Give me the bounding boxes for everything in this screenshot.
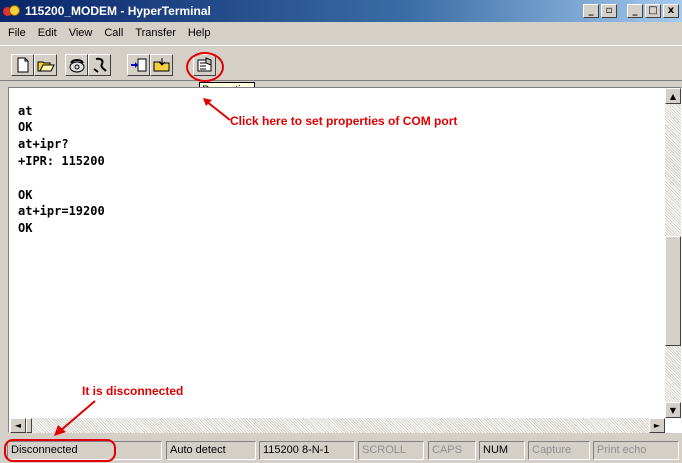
status-caps: CAPS (428, 441, 476, 460)
terminal-line: at+ipr? (18, 137, 69, 151)
maximize-button[interactable]: □ (645, 4, 661, 18)
connect-button[interactable] (65, 54, 88, 76)
receive-button[interactable] (150, 54, 173, 76)
disconnected-highlight-oval (4, 439, 116, 462)
menu-bar: File Edit View Call Transfer Help (0, 23, 682, 43)
disconnected-arrow-icon (54, 400, 96, 436)
status-print-echo: Print echo (593, 441, 679, 460)
menu-edit[interactable]: Edit (32, 27, 63, 39)
properties-arrow-icon (203, 98, 231, 121)
scroll-up-button[interactable]: ▲ (665, 88, 681, 104)
scroll-down-button[interactable]: ▼ (665, 402, 681, 418)
terminal-line: at (18, 104, 33, 118)
terminal-line: +IPR: 115200 (18, 154, 105, 168)
status-port-settings: 115200 8-N-1 (259, 441, 355, 460)
terminal-line: OK (18, 188, 33, 202)
terminal-line: at+ipr=19200 (18, 204, 105, 218)
status-num: NUM (479, 441, 525, 460)
status-capture: Capture (528, 441, 590, 460)
properties-annotation: Click here to set properties of COM port (230, 114, 458, 128)
new-icon (17, 57, 28, 73)
terminal-output[interactable]: at OK at+ipr? +IPR: 115200 OK at+ipr=192… (10, 101, 665, 415)
vertical-scrollbar[interactable]: ▲ ▼ (665, 88, 681, 418)
terminal-line: OK (18, 120, 33, 134)
inner-minimize-button[interactable]: _ (583, 4, 599, 18)
horizontal-scroll-thumb[interactable] (26, 418, 32, 433)
new-button[interactable] (11, 54, 34, 76)
send-icon (130, 58, 146, 72)
disconnected-annotation: It is disconnected (82, 384, 184, 398)
menu-file[interactable]: File (0, 27, 32, 39)
terminal-line: OK (18, 221, 33, 235)
hyperterminal-app-icon[interactable] (3, 3, 21, 19)
minimize-button[interactable]: _ (627, 4, 643, 18)
open-icon (37, 61, 55, 72)
inner-restore-button[interactable]: ▫ (601, 4, 617, 18)
send-button[interactable] (127, 54, 150, 76)
close-button[interactable]: x (663, 4, 679, 18)
scroll-left-button[interactable]: ◄ (10, 418, 26, 433)
menu-transfer[interactable]: Transfer (129, 27, 182, 39)
horizontal-scrollbar[interactable]: ◄ ► (10, 418, 665, 433)
status-detect: Auto detect (166, 441, 256, 460)
disconnect-phone-icon (92, 57, 107, 73)
menu-view[interactable]: View (63, 27, 99, 39)
title-bar: 115200_MODEM - HyperTerminal _ ▫ _ □ x (0, 0, 682, 22)
open-button[interactable] (34, 54, 57, 76)
menu-help[interactable]: Help (182, 27, 217, 39)
properties-highlight-circle (186, 52, 224, 82)
disconnect-button[interactable] (88, 54, 111, 76)
menu-call[interactable]: Call (98, 27, 129, 39)
status-scroll: SCROLL (358, 441, 424, 460)
window-title: 115200_MODEM - HyperTerminal (25, 4, 211, 18)
scroll-right-button[interactable]: ► (649, 418, 665, 433)
connect-phone-icon (69, 59, 84, 73)
toolbar (0, 45, 682, 81)
receive-icon (153, 58, 169, 72)
vertical-scroll-thumb[interactable] (665, 236, 681, 346)
